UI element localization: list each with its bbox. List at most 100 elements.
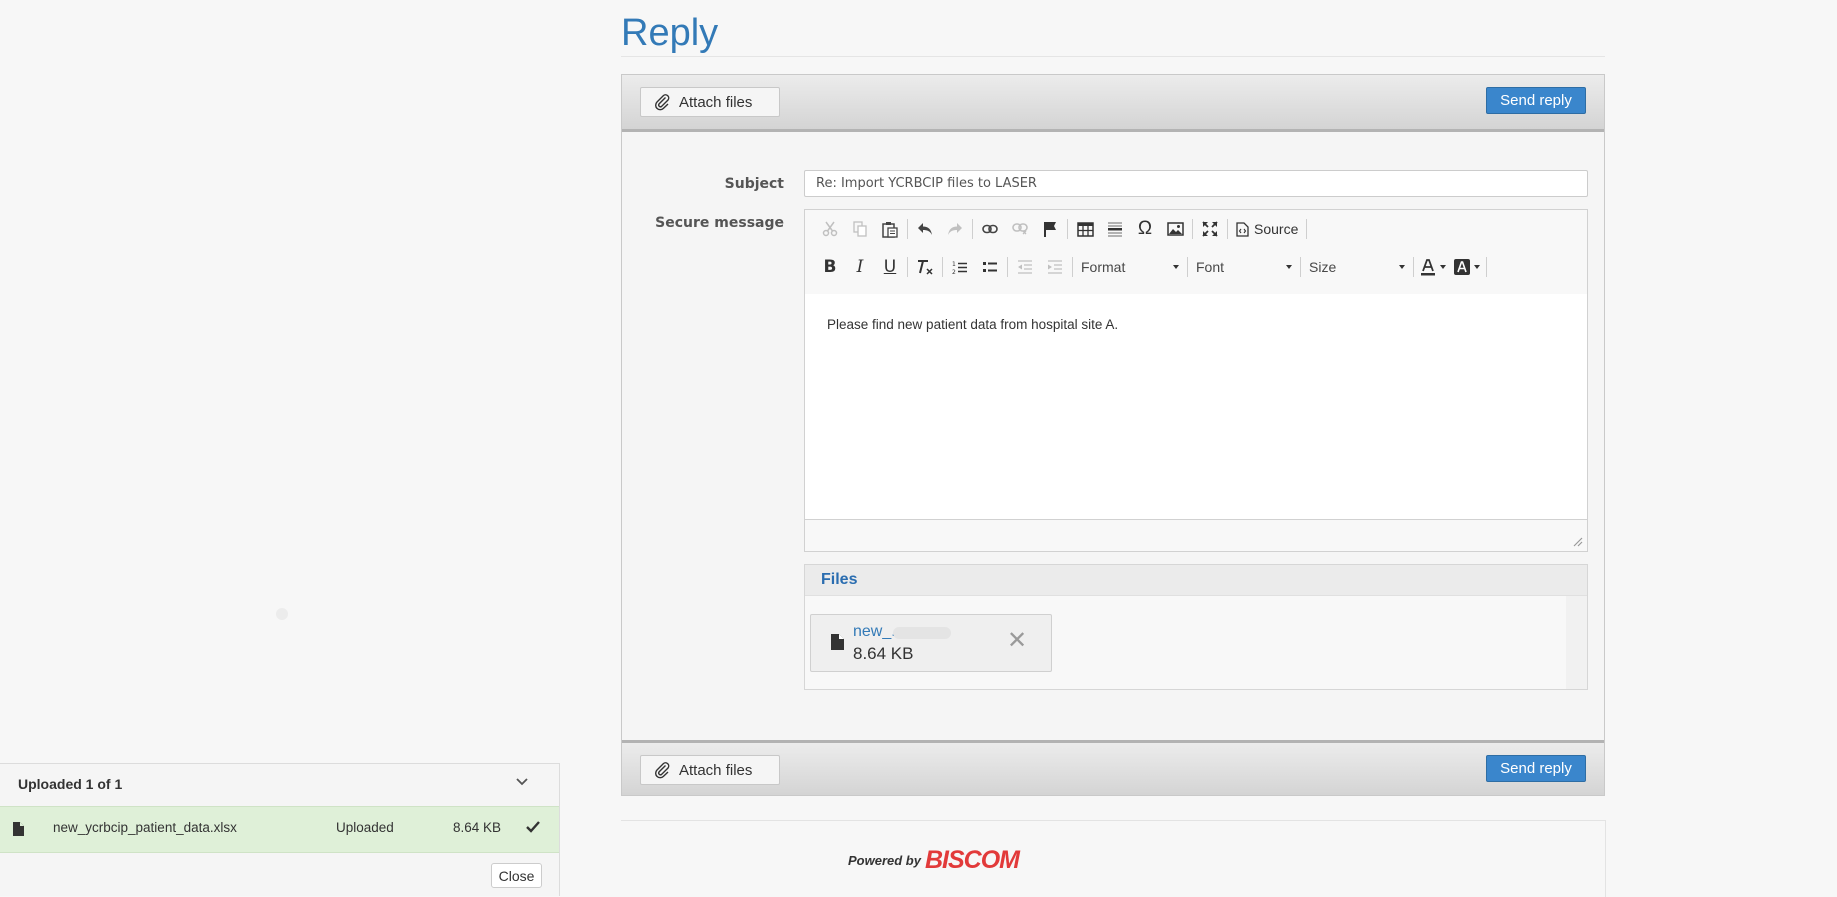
editor-toolbar: Ω Source B I U 1 2 Format Font Size [805,210,1587,295]
reply-panel: Attach files Send reply Subject Re: Impo… [621,74,1605,796]
toolbar-row-2: B I U 12 Format Font Size [815,252,1489,282]
resize-handle-icon[interactable] [1573,537,1583,547]
horizontal-line-icon[interactable] [1100,215,1130,243]
attach-files-label: Attach files [679,761,753,779]
font-dropdown[interactable]: Font [1190,254,1298,280]
redo-icon[interactable] [940,215,970,243]
numbered-list-icon[interactable]: 12 [945,253,975,281]
files-panel: Files new_... 8.64 KB ✕ [804,564,1588,690]
file-icon [831,634,844,650]
unlink-icon[interactable] [1005,215,1035,243]
message-editor: Ω Source B I U 1 2 Format Font Size Plea… [804,209,1588,552]
file-icon [13,822,24,836]
text-color-button[interactable] [1416,253,1450,281]
powered-by-logo: Powered by BISCOM [848,846,1020,875]
files-heading: Files [805,565,1587,596]
paperclip-icon [654,94,670,111]
format-dropdown[interactable]: Format [1075,254,1185,280]
toolbar-separator [1486,257,1487,277]
upload-file-name: new_ycrbcip_patient_data.xlsx [53,820,237,835]
link-icon[interactable] [975,215,1005,243]
files-scrollbar[interactable] [1566,596,1587,689]
subject-label: Subject [724,176,784,192]
image-icon[interactable] [1160,215,1190,243]
outdent-icon[interactable] [1010,253,1040,281]
maximize-icon[interactable] [1195,215,1225,243]
background-color-icon [1454,259,1470,275]
remove-file-icon[interactable]: ✕ [1007,629,1027,653]
toolbar-separator [972,219,973,239]
attach-files-button[interactable]: Attach files [640,755,780,785]
underline-icon[interactable]: U [875,253,905,281]
text-color-icon [1421,258,1435,275]
undo-icon[interactable] [910,215,940,243]
bottom-action-bar: Attach files Send reply [622,740,1604,795]
attach-files-label: Attach files [679,93,753,111]
biscom-logo: BISCOM [924,846,1020,874]
chevron-down-icon [1173,265,1179,269]
close-button[interactable]: Close [491,863,542,888]
cut-icon[interactable] [815,215,845,243]
size-dropdown[interactable]: Size [1303,254,1411,280]
chevron-down-icon[interactable] [516,778,528,786]
chevron-down-icon [1399,265,1405,269]
editor-statusbar [805,519,1587,551]
subject-input[interactable]: Re: Import YCRBCIP files to LASER [804,170,1588,197]
upload-status: Uploaded [336,820,394,835]
size-dropdown-label: Size [1309,259,1337,275]
decorative-dot [276,608,288,620]
bold-icon[interactable]: B [815,253,845,281]
toolbar-separator [1413,257,1414,277]
toolbar-separator [1306,219,1308,239]
toolbar-separator [907,219,908,239]
format-dropdown-label: Format [1081,259,1126,275]
title-divider [621,56,1605,57]
toolbar-row-1: Ω Source [815,214,1309,244]
top-action-bar: Attach files Send reply [622,75,1604,132]
toolbar-separator [1300,257,1301,277]
checkmark-icon [526,821,540,833]
toolbar-separator [942,257,943,277]
powered-by-text: Powered by [848,853,921,868]
attached-file-card: new_... 8.64 KB ✕ [810,614,1052,672]
footer [621,820,1606,897]
source-label: Source [1254,221,1299,237]
background-color-button[interactable] [1450,253,1484,281]
send-reply-button[interactable]: Send reply [1486,755,1586,782]
redacted-text [893,627,951,639]
page-title: Reply [621,12,719,54]
message-body[interactable]: Please find new patient data from hospit… [805,294,1587,521]
italic-icon[interactable]: I [845,253,875,281]
toolbar-separator [1067,219,1068,239]
indent-icon[interactable] [1040,253,1070,281]
paperclip-icon [654,762,670,779]
toolbar-separator [1007,257,1008,277]
source-button[interactable]: Source [1230,215,1304,243]
bulleted-list-icon[interactable] [975,253,1005,281]
source-icon [1236,221,1249,237]
upload-row: new_ycrbcip_patient_data.xlsx Uploaded 8… [0,806,559,853]
remove-format-icon[interactable] [910,253,940,281]
upload-status-heading: Uploaded 1 of 1 [18,776,123,792]
anchor-icon[interactable] [1035,215,1065,243]
secure-message-label: Secure message [655,215,784,231]
toolbar-separator [1192,219,1193,239]
chevron-down-icon [1286,265,1292,269]
special-char-icon[interactable]: Ω [1130,215,1160,243]
paste-icon[interactable] [875,215,905,243]
svg-text:1: 1 [952,261,956,268]
upload-status-panel: Uploaded 1 of 1 new_ycrbcip_patient_data… [0,763,560,896]
font-dropdown-label: Font [1196,259,1225,275]
chevron-down-icon [1440,265,1446,269]
copy-icon[interactable] [845,215,875,243]
toolbar-separator [1072,257,1073,277]
svg-text:2: 2 [952,269,956,275]
toolbar-separator [1227,219,1228,239]
send-reply-button[interactable]: Send reply [1486,87,1586,114]
toolbar-separator [907,257,908,277]
attach-files-button[interactable]: Attach files [640,87,780,117]
toolbar-separator [1187,257,1188,277]
table-icon[interactable] [1070,215,1100,243]
chevron-down-icon [1474,265,1480,269]
attached-file-size: 8.64 KB [853,644,914,663]
